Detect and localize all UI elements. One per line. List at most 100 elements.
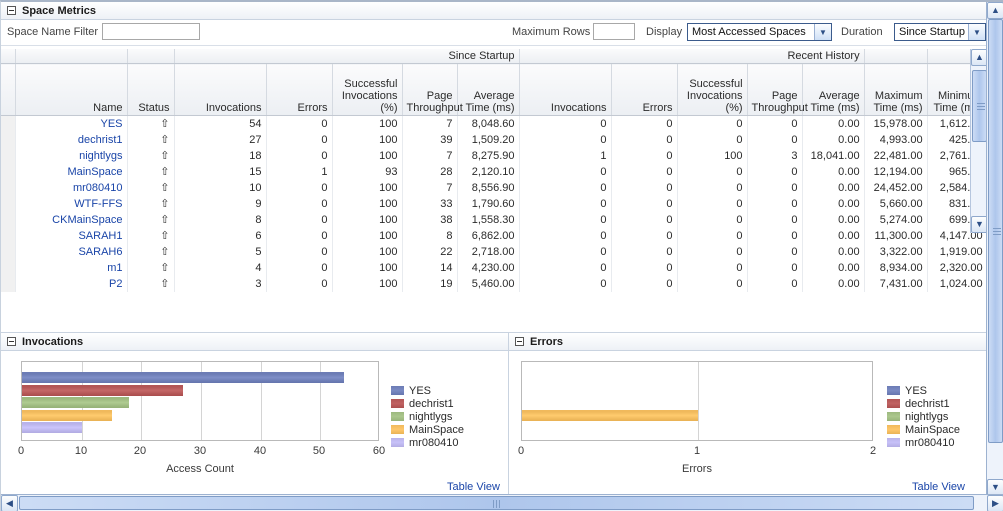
cell-name[interactable]: SARAH6	[15, 243, 128, 260]
legend-item[interactable]: YES	[391, 384, 464, 397]
page-horizontal-scrollbar[interactable]: ◀ ▶	[1, 494, 1003, 511]
row-handle[interactable]	[1, 211, 16, 228]
chart-bar[interactable]	[22, 397, 129, 408]
space-name-link[interactable]: YES	[100, 118, 122, 130]
table-row[interactable]: dechrist1 ⇧ 27 0 100 39 1,509.20 0 0 0 0 0.00 4,993.…	[1, 131, 988, 148]
col-header-status[interactable]: Status	[127, 63, 175, 116]
row-handle[interactable]	[1, 259, 16, 276]
page-scroll-right-icon[interactable]: ▶	[987, 495, 1003, 511]
page-vertical-scrollbar[interactable]: ▲ ▼	[986, 2, 1003, 496]
chart-bar[interactable]	[522, 410, 698, 421]
col-header-ss-successful-invocations[interactable]: Successful Invocations (%)	[332, 63, 403, 116]
space-name-link[interactable]: SARAH6	[78, 246, 122, 258]
chart-bar[interactable]	[22, 372, 344, 383]
table-vertical-scrollbar[interactable]: ▲ ▼	[970, 49, 988, 233]
page-scroll-track[interactable]	[987, 19, 1003, 479]
invocations-table-view-link[interactable]: Table View	[447, 481, 500, 493]
table-scroll-thumb[interactable]	[972, 70, 987, 142]
space-name-link[interactable]: nightlygs	[79, 150, 122, 162]
page-hscroll-thumb[interactable]	[19, 496, 974, 510]
space-name-link[interactable]: m1	[107, 262, 122, 274]
cell-rh-inv: 0	[519, 243, 612, 260]
row-handle[interactable]	[1, 275, 16, 292]
space-name-filter-input[interactable]	[102, 23, 200, 40]
row-handle[interactable]	[1, 243, 16, 260]
maximum-rows-input[interactable]	[593, 23, 635, 40]
space-name-link[interactable]: dechrist1	[78, 134, 123, 146]
legend-item[interactable]: dechrist1	[887, 397, 960, 410]
cell-name[interactable]: YES	[15, 115, 128, 132]
page-scroll-thumb[interactable]	[988, 19, 1003, 443]
duration-select[interactable]: Since Startup ▼	[894, 23, 986, 41]
legend-item[interactable]: nightlygs	[391, 410, 464, 423]
col-header-maximum-time[interactable]: Maximum Time (ms)	[864, 63, 928, 116]
legend-item[interactable]: mr080410	[887, 436, 960, 449]
col-header-rh-page-throughput[interactable]: Page Throughput	[747, 63, 808, 116]
legend-item[interactable]: dechrist1	[391, 397, 464, 410]
cell-name[interactable]: m1	[15, 259, 128, 276]
cell-max: 22,481.00	[864, 147, 928, 164]
cell-name[interactable]: MainSpace	[15, 163, 128, 180]
chevron-down-icon[interactable]: ▼	[814, 24, 831, 40]
table-row[interactable]: m1 ⇧ 4 0 100 14 4,230.00 0 0 0 0 0.00 8,934.00 2,320.…	[1, 259, 988, 276]
row-handle[interactable]	[1, 195, 16, 212]
col-header-ss-errors[interactable]: Errors	[266, 63, 333, 116]
cell-name[interactable]: mr080410	[15, 179, 128, 196]
table-row[interactable]: WTF-FFS ⇧ 9 0 100 33 1,790.60 0 0 0 0 0.00 5,660.00 8…	[1, 195, 988, 212]
col-header-ss-invocations[interactable]: Invocations	[174, 63, 267, 116]
col-header-ss-page-throughput[interactable]: Page Throughput	[402, 63, 463, 116]
row-handle[interactable]	[1, 179, 16, 196]
legend-item[interactable]: MainSpace	[887, 423, 960, 436]
collapse-invocations-icon[interactable]	[7, 337, 16, 346]
col-header-name[interactable]: Name	[15, 63, 128, 116]
table-row[interactable]: SARAH6 ⇧ 5 0 100 22 2,718.00 0 0 0 0 0.00 3,322.00 1,…	[1, 243, 988, 260]
space-name-link[interactable]: WTF-FFS	[74, 198, 122, 210]
page-hscroll-track[interactable]	[18, 495, 987, 511]
cell-rh-err: 0	[611, 243, 678, 260]
table-row[interactable]: nightlygs ⇧ 18 0 100 7 8,275.90 1 0 100 3 18,041.00…	[1, 147, 988, 164]
table-row[interactable]: MainSpace ⇧ 15 1 93 28 2,120.10 0 0 0 0 0.00 12,194.…	[1, 163, 988, 180]
page-scroll-left-icon[interactable]: ◀	[1, 495, 18, 511]
col-header-rh-average-time[interactable]: Average Time (ms)	[802, 63, 865, 116]
row-handle[interactable]	[1, 115, 16, 132]
cell-name[interactable]: WTF-FFS	[15, 195, 128, 212]
collapse-panel-icon[interactable]	[7, 6, 16, 15]
space-name-link[interactable]: mr080410	[73, 182, 123, 194]
page-scroll-up-icon[interactable]: ▲	[987, 2, 1003, 19]
col-header-rh-errors[interactable]: Errors	[611, 63, 678, 116]
row-handle[interactable]	[1, 227, 16, 244]
table-row[interactable]: YES ⇧ 54 0 100 7 8,048.60 0 0 0 0 0.00 15,978.00 1,61…	[1, 115, 988, 132]
errors-table-view-link[interactable]: Table View	[912, 481, 965, 493]
cell-name[interactable]: nightlygs	[15, 147, 128, 164]
row-handle[interactable]	[1, 131, 16, 148]
space-name-link[interactable]: SARAH1	[78, 230, 122, 242]
cell-name[interactable]: dechrist1	[15, 131, 128, 148]
col-header-rh-successful-invocations[interactable]: Successful Invocations (%)	[677, 63, 748, 116]
chart-bar[interactable]	[22, 385, 183, 396]
cell-ss-inv: 8	[174, 211, 267, 228]
chart-bar[interactable]	[22, 422, 82, 433]
cell-name[interactable]: SARAH1	[15, 227, 128, 244]
space-name-link[interactable]: CKMainSpace	[52, 214, 122, 226]
legend-label: dechrist1	[409, 397, 454, 410]
chevron-down-icon[interactable]: ▼	[968, 24, 985, 40]
table-row[interactable]: mr080410 ⇧ 10 0 100 7 8,556.90 0 0 0 0 0.00 24,452.0…	[1, 179, 988, 196]
row-handle[interactable]	[1, 147, 16, 164]
col-header-ss-average-time[interactable]: Average Time (ms)	[457, 63, 520, 116]
table-row[interactable]: P2 ⇧ 3 0 100 19 5,460.00 0 0 0 0 0.00 7,431.00 1,024.…	[1, 275, 988, 292]
col-header-rh-invocations[interactable]: Invocations	[519, 63, 612, 116]
space-name-link[interactable]: MainSpace	[67, 166, 122, 178]
legend-item[interactable]: MainSpace	[391, 423, 464, 436]
legend-item[interactable]: nightlygs	[887, 410, 960, 423]
chart-bar[interactable]	[22, 410, 112, 421]
legend-item[interactable]: YES	[887, 384, 960, 397]
table-row[interactable]: CKMainSpace ⇧ 8 0 100 38 1,558.30 0 0 0 0 0.00 5,274…	[1, 211, 988, 228]
cell-name[interactable]: P2	[15, 275, 128, 292]
cell-name[interactable]: CKMainSpace	[15, 211, 128, 228]
row-handle[interactable]	[1, 163, 16, 180]
display-select[interactable]: Most Accessed Spaces ▼	[687, 23, 832, 41]
collapse-errors-icon[interactable]	[515, 337, 524, 346]
table-row[interactable]: SARAH1 ⇧ 6 0 100 8 6,862.00 0 0 0 0 0.00 11,300.00 4,…	[1, 227, 988, 244]
legend-item[interactable]: mr080410	[391, 436, 464, 449]
space-name-link[interactable]: P2	[109, 278, 122, 290]
